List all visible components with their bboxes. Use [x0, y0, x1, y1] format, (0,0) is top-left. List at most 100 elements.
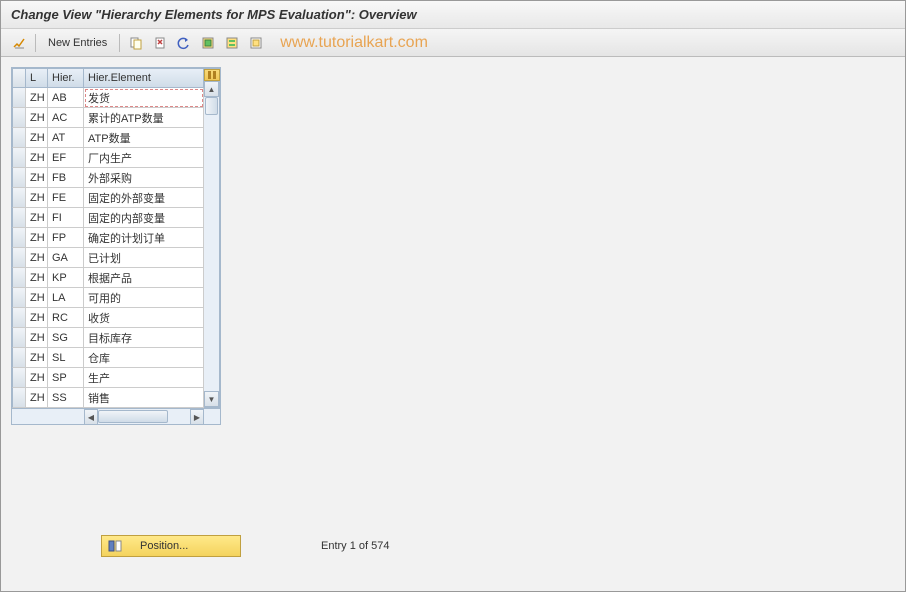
cell-l[interactable]: ZH [26, 128, 48, 148]
cell-hier-element[interactable]: 根据产品 [84, 268, 204, 288]
cell-l[interactable]: ZH [26, 168, 48, 188]
cell-hier[interactable]: SP [48, 368, 84, 388]
cell-hier[interactable]: FE [48, 188, 84, 208]
cell-hier[interactable]: EF [48, 148, 84, 168]
cell-l[interactable]: ZH [26, 348, 48, 368]
cell-hier-element[interactable]: 确定的计划订单 [84, 228, 204, 248]
cell-l[interactable]: ZH [26, 108, 48, 128]
hscroll-track[interactable] [98, 409, 190, 424]
cell-hier[interactable]: SS [48, 388, 84, 408]
cell-hier-element[interactable]: 厂内生产 [84, 148, 204, 168]
new-entries-button[interactable]: New Entries [42, 37, 113, 49]
cell-l[interactable]: ZH [26, 268, 48, 288]
scroll-down-icon[interactable]: ▼ [204, 391, 219, 407]
row-selector[interactable] [12, 88, 26, 108]
horizontal-scrollbar[interactable]: ◀ ▶ [12, 408, 220, 424]
row-selector[interactable] [12, 128, 26, 148]
cell-l[interactable]: ZH [26, 188, 48, 208]
scroll-left-icon[interactable]: ◀ [84, 409, 98, 425]
cell-hier[interactable]: KP [48, 268, 84, 288]
cell-l[interactable]: ZH [26, 368, 48, 388]
cell-hier-element[interactable]: 已计划 [84, 248, 204, 268]
row-selector[interactable] [12, 148, 26, 168]
toggle-display-icon[interactable] [9, 33, 29, 53]
cell-hier[interactable]: AT [48, 128, 84, 148]
row-selector[interactable] [12, 268, 26, 288]
cell-l[interactable]: ZH [26, 388, 48, 408]
cell-l[interactable]: ZH [26, 248, 48, 268]
cell-l[interactable]: ZH [26, 228, 48, 248]
hscroll-spacer [48, 409, 84, 424]
cell-hier-element[interactable]: 收货 [84, 308, 204, 328]
cell-hier-element[interactable]: 生产 [84, 368, 204, 388]
cell-hier-element[interactable]: 目标库存 [84, 328, 204, 348]
cell-l[interactable]: ZH [26, 148, 48, 168]
row-selector[interactable] [12, 248, 26, 268]
select-all-rows[interactable] [12, 68, 26, 88]
cell-l[interactable]: ZH [26, 288, 48, 308]
deselect-all-icon[interactable] [246, 33, 266, 53]
hscroll-thumb[interactable] [98, 410, 168, 423]
scroll-right-icon[interactable]: ▶ [190, 409, 204, 425]
cell-hier-element[interactable]: 外部采购 [84, 168, 204, 188]
column-l: L ZHZHZHZHZHZHZHZHZHZHZHZHZHZHZHZH [26, 68, 48, 408]
row-selector[interactable] [12, 228, 26, 248]
configure-columns-icon[interactable] [204, 69, 220, 81]
separator [119, 34, 120, 52]
cell-hier[interactable]: FP [48, 228, 84, 248]
copy-as-icon[interactable] [126, 33, 146, 53]
content-area: L ZHZHZHZHZHZHZHZHZHZHZHZHZHZHZHZH Hier.… [1, 57, 905, 577]
cell-hier-element[interactable]: 发货 [84, 88, 204, 108]
entry-count-text: Entry 1 of 574 [321, 540, 390, 552]
scroll-up-icon[interactable]: ▲ [204, 81, 219, 97]
undo-icon[interactable] [174, 33, 194, 53]
cell-hier[interactable]: SG [48, 328, 84, 348]
column-header-hier-element[interactable]: Hier.Element [84, 68, 204, 88]
row-selector[interactable] [12, 288, 26, 308]
cell-hier-element[interactable]: 固定的内部变量 [84, 208, 204, 228]
scroll-track[interactable] [204, 97, 219, 391]
row-selector[interactable] [12, 208, 26, 228]
row-selector[interactable] [12, 168, 26, 188]
cell-hier[interactable]: FB [48, 168, 84, 188]
cell-hier[interactable]: LA [48, 288, 84, 308]
cell-hier[interactable]: RC [48, 308, 84, 328]
row-selector[interactable] [12, 368, 26, 388]
title-bar: Change View "Hierarchy Elements for MPS … [1, 1, 905, 29]
position-button[interactable]: Position... [101, 535, 241, 557]
cell-hier-element[interactable]: ATP数量 [84, 128, 204, 148]
row-selector[interactable] [12, 108, 26, 128]
cell-l[interactable]: ZH [26, 328, 48, 348]
cell-hier-element[interactable]: 累计的ATP数量 [84, 108, 204, 128]
select-block-icon[interactable] [222, 33, 242, 53]
separator [35, 34, 36, 52]
cell-hier[interactable]: FI [48, 208, 84, 228]
cell-hier-element[interactable]: 可用的 [84, 288, 204, 308]
row-selector[interactable] [12, 188, 26, 208]
cell-l[interactable]: ZH [26, 308, 48, 328]
vertical-scrollbar[interactable]: ▲ ▼ [204, 68, 220, 408]
cell-l[interactable]: ZH [26, 208, 48, 228]
footer-row: Position... Entry 1 of 574 [101, 535, 390, 557]
select-all-icon[interactable] [198, 33, 218, 53]
cell-hier[interactable]: AB [48, 88, 84, 108]
cell-hier-element[interactable]: 仓库 [84, 348, 204, 368]
position-label: Position... [140, 540, 188, 552]
toolbar: New Entries www.tutorialkart.com [1, 29, 905, 57]
row-selector[interactable] [12, 348, 26, 368]
row-selector[interactable] [12, 308, 26, 328]
cell-hier[interactable]: GA [48, 248, 84, 268]
cell-hier-element[interactable]: 销售 [84, 388, 204, 408]
cell-hier[interactable]: SL [48, 348, 84, 368]
column-header-l[interactable]: L [26, 68, 48, 88]
row-selector[interactable] [12, 328, 26, 348]
cell-hier[interactable]: AC [48, 108, 84, 128]
hscroll-corner [12, 409, 26, 424]
column-header-hier[interactable]: Hier. [48, 68, 84, 88]
row-selector[interactable] [12, 388, 26, 408]
page-title: Change View "Hierarchy Elements for MPS … [11, 7, 417, 22]
scroll-thumb[interactable] [205, 97, 218, 115]
cell-hier-element[interactable]: 固定的外部变量 [84, 188, 204, 208]
delete-icon[interactable] [150, 33, 170, 53]
cell-l[interactable]: ZH [26, 88, 48, 108]
